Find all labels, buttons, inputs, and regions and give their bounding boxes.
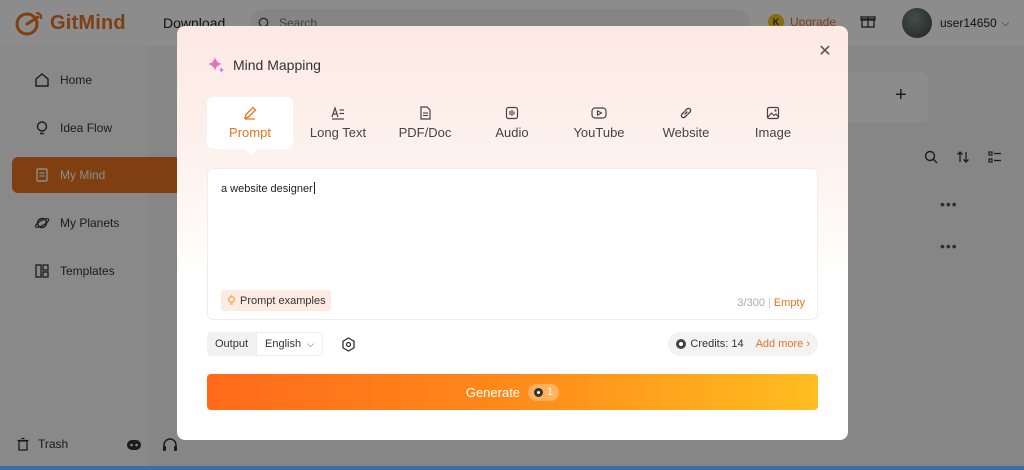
tab-label: Website [662, 125, 710, 140]
sparkle-icon [208, 57, 224, 73]
source-tabs: Prompt Long Text PDF/Doc Audio YouTube W… [207, 97, 818, 155]
generate-cost: 1 [547, 386, 554, 398]
dialog-header: Mind Mapping [207, 56, 321, 74]
generate-cost-badge: 1 [528, 383, 560, 401]
tab-audio[interactable]: Audio [469, 97, 555, 149]
char-counter: 3/300 | Empty [737, 297, 805, 309]
generate-button[interactable]: Generate 1 [207, 374, 818, 410]
prompt-examples-button[interactable]: Prompt examples [221, 290, 331, 311]
prompt-textarea[interactable]: a website designer Prompt examples 3/300… [207, 168, 818, 320]
lightbulb-icon [228, 295, 235, 305]
tab-pdf-doc[interactable]: PDF/Doc [382, 97, 468, 149]
text-caret [313, 182, 315, 194]
tab-image[interactable]: Image [730, 97, 816, 149]
counter-divider: | [767, 297, 771, 309]
settings-button[interactable] [341, 336, 356, 352]
char-count: 3/300 [737, 297, 765, 309]
chevron-down-icon: ⌵ [307, 338, 314, 349]
link-icon [680, 107, 692, 119]
language-select[interactable]: English ⌵ [256, 332, 323, 356]
dialog-title: Mind Mapping [233, 57, 321, 73]
prompt-examples-label: Prompt examples [240, 294, 326, 307]
image-icon [766, 106, 780, 120]
add-more-link[interactable]: Add more › [756, 338, 810, 350]
tab-label: PDF/Doc [398, 125, 452, 140]
mind-mapping-dialog: Mind Mapping ✕ Prompt Long Text PDF/Doc … [177, 26, 848, 440]
tab-website[interactable]: Website [643, 97, 729, 149]
close-button[interactable]: ✕ [816, 42, 834, 60]
pen-icon [244, 106, 257, 120]
credit-coin-icon [534, 387, 544, 397]
credits-count: Credits: 14 [690, 338, 744, 350]
prompt-input-text[interactable]: a website designer [221, 182, 315, 195]
credits-badge: Credits: 14 Add more › [668, 332, 818, 356]
tab-label: YouTube [573, 125, 625, 140]
tab-prompt[interactable]: Prompt [207, 97, 293, 155]
generate-label: Generate [465, 384, 521, 400]
credit-coin-icon [676, 339, 687, 349]
audio-icon [505, 106, 519, 120]
output-settings: Output English ⌵ [207, 332, 356, 356]
youtube-icon [591, 107, 607, 119]
close-icon: ✕ [818, 43, 832, 60]
file-icon [420, 106, 431, 120]
tab-label: Long Text [309, 125, 367, 140]
tab-youtube[interactable]: YouTube [556, 97, 642, 149]
tab-label: Audio [495, 125, 529, 140]
text-icon [331, 106, 344, 120]
language-value: English [265, 338, 302, 350]
tab-label: Image [754, 125, 792, 140]
settings-hexagon-icon [342, 336, 355, 352]
tab-label: Prompt [229, 125, 271, 140]
prompt-value: a website designer [221, 183, 313, 195]
tab-long-text[interactable]: Long Text [295, 97, 381, 149]
taskbar [0, 466, 1024, 470]
output-label: Output [207, 332, 257, 356]
clear-button[interactable]: Empty [774, 297, 805, 309]
